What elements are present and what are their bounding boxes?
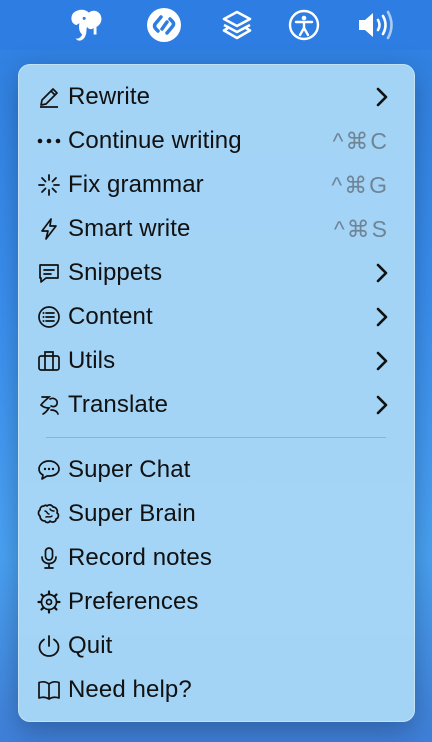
book-icon <box>36 678 61 703</box>
menu-item-need-help[interactable]: Need help? <box>18 668 415 712</box>
menu-item-label: Continue writing <box>68 127 242 154</box>
brain-icon <box>36 502 61 527</box>
menu-item-translate[interactable]: Translate <box>18 383 415 427</box>
power-icon <box>36 634 61 659</box>
menu-item-label: Smart write <box>68 215 191 242</box>
volume-icon[interactable] <box>355 6 399 44</box>
menu-item-label: Snippets <box>68 259 163 286</box>
menu-item-label: Need help? <box>68 676 192 703</box>
menu-item-label: Rewrite <box>68 83 151 110</box>
menu-item-label: Translate <box>68 391 169 418</box>
menu-item-label: Fix grammar <box>68 171 204 198</box>
menu-item-continue-writing[interactable]: Continue writing ^⌘C <box>18 119 415 163</box>
menu-item-smart-write[interactable]: Smart write ^⌘S <box>18 207 415 251</box>
menu-item-label: Record notes <box>68 544 212 571</box>
menu-separator <box>46 437 386 438</box>
menu-item-content[interactable]: Content <box>18 295 415 339</box>
menu-item-fix-grammar[interactable]: Fix grammar ^⌘G <box>18 163 415 207</box>
app-dropdown-menu: Rewrite Continue writing ^⌘C Fix grammar… <box>18 64 415 722</box>
gear-icon <box>36 590 61 615</box>
shortcut-label: ^⌘G <box>331 171 389 198</box>
sparkle-icon <box>36 173 61 198</box>
briefcase-icon <box>36 349 61 374</box>
menu-item-record-notes[interactable]: Record notes <box>18 536 415 580</box>
layers-icon[interactable] <box>218 6 256 44</box>
shazam-icon[interactable] <box>145 6 183 44</box>
menu-item-label: Preferences <box>68 588 199 615</box>
menu-item-label: Quit <box>68 632 113 659</box>
chevron-right-icon <box>375 86 389 113</box>
menu-item-label: Utils <box>68 347 116 374</box>
menu-item-snippets[interactable]: Snippets <box>18 251 415 295</box>
menu-item-rewrite[interactable]: Rewrite <box>18 75 415 119</box>
chevron-right-icon <box>375 306 389 333</box>
chevron-right-icon <box>375 394 389 421</box>
chat-icon <box>36 458 61 483</box>
menu-item-preferences[interactable]: Preferences <box>18 580 415 624</box>
menu-item-label: Super Brain <box>68 500 196 527</box>
elephant-app-icon[interactable] <box>68 6 106 44</box>
translate-icon <box>36 393 61 418</box>
menu-bar <box>0 0 432 50</box>
microphone-icon <box>36 546 61 571</box>
shortcut-label: ^⌘S <box>333 215 389 242</box>
chevron-right-icon <box>375 350 389 377</box>
chevron-right-icon <box>375 262 389 289</box>
lightning-icon <box>36 217 61 242</box>
message-icon <box>36 261 61 286</box>
accessibility-icon[interactable] <box>285 6 323 44</box>
menu-item-label: Content <box>68 303 153 330</box>
menu-item-super-chat[interactable]: Super Chat <box>18 448 415 492</box>
menu-item-super-brain[interactable]: Super Brain <box>18 492 415 536</box>
menu-item-label: Super Chat <box>68 456 191 483</box>
pencil-icon <box>36 85 61 110</box>
list-icon <box>36 305 61 330</box>
shortcut-label: ^⌘C <box>332 127 389 154</box>
menu-item-utils[interactable]: Utils <box>18 339 415 383</box>
menu-item-quit[interactable]: Quit <box>18 624 415 668</box>
ellipsis-icon <box>36 129 61 154</box>
